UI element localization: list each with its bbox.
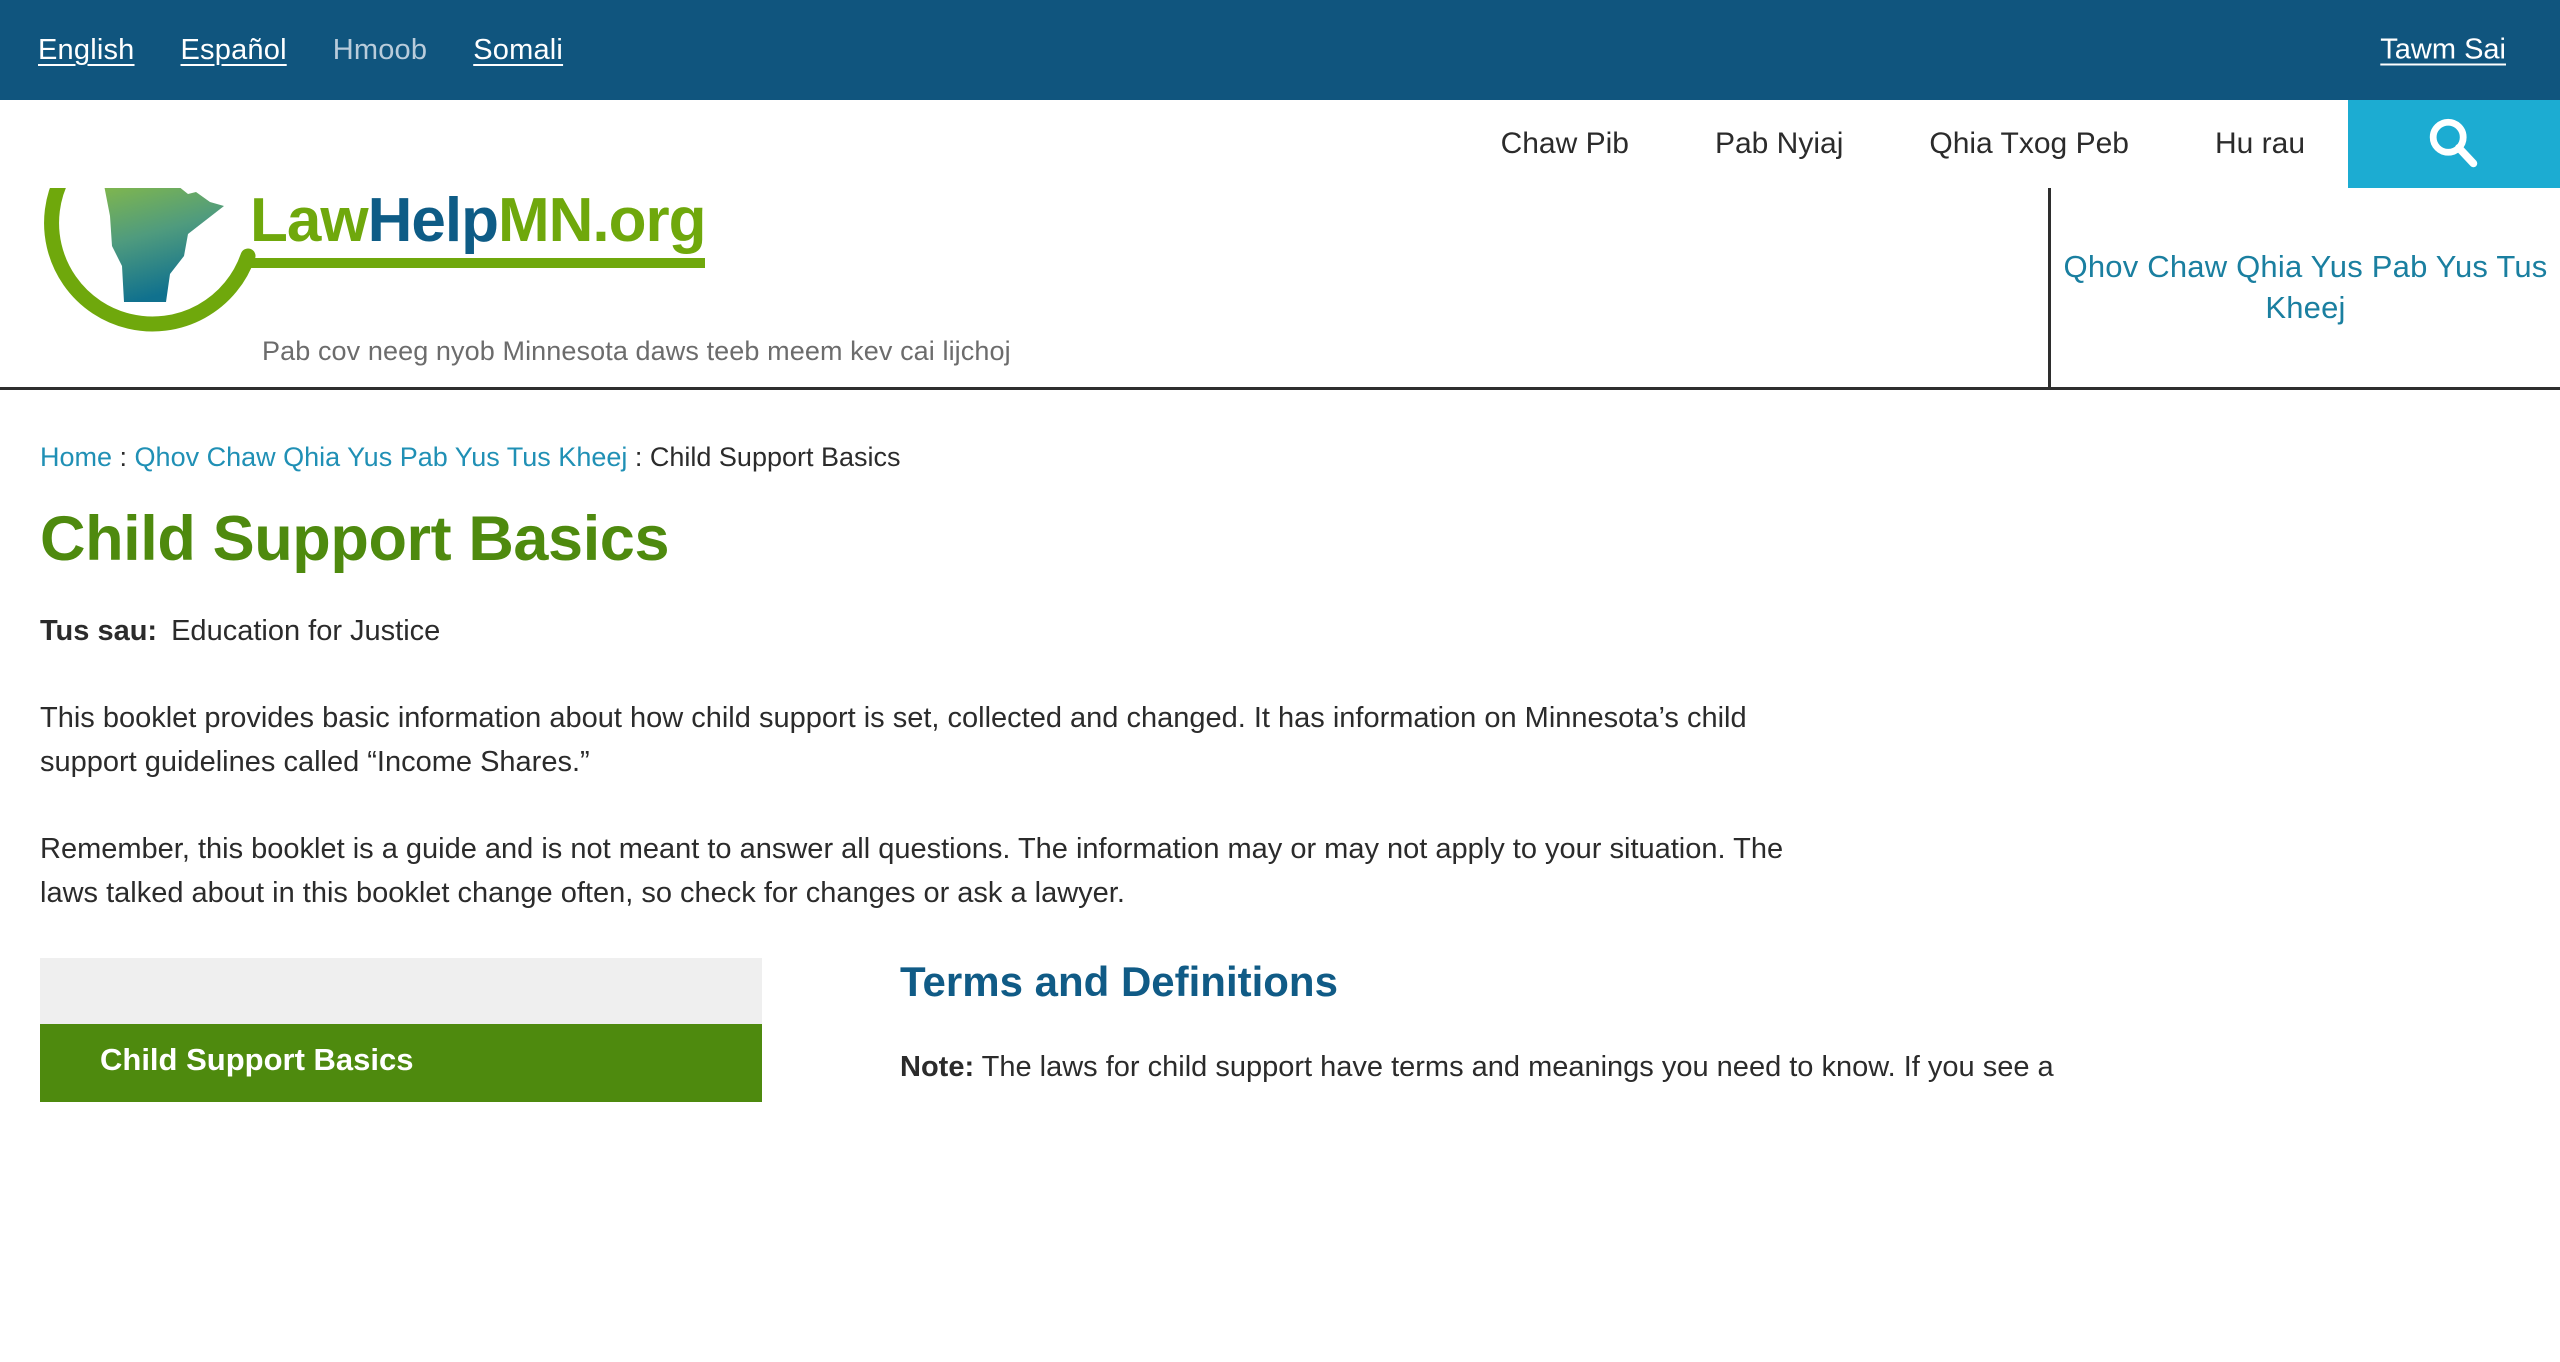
- language-link-hmoob[interactable]: Hmoob: [333, 34, 428, 67]
- booklet-column: Child Support Basics: [40, 958, 800, 1103]
- main-content: Home : Qhov Chaw Qhia Yus Pab Yus Tus Kh…: [0, 390, 2560, 1103]
- wordmark-mnorg: MN.org: [497, 186, 707, 255]
- terms-note-label: Note:: [900, 1051, 975, 1084]
- booklet-thumbnail: [40, 958, 762, 1024]
- author-row: Tus sau: Education for Justice: [40, 615, 2520, 648]
- page-title: Child Support Basics: [40, 504, 670, 574]
- breadcrumb: Home : Qhov Chaw Qhia Yus Pab Yus Tus Kh…: [40, 442, 2520, 473]
- terms-note: Note: The laws for child support have te…: [900, 1046, 2520, 1090]
- author-label: Tus sau:: [40, 615, 158, 647]
- terms-note-text: The laws for child support have terms an…: [974, 1051, 2054, 1084]
- self-help-center-label: Qhov Chaw Qhia Yus Pab Yus Tus Kheej: [2063, 248, 2548, 325]
- breadcrumb-section[interactable]: Qhov Chaw Qhia Yus Pab Yus Tus Kheej: [135, 442, 628, 472]
- nav-item-hu-rau[interactable]: Hu rau: [2172, 100, 2348, 188]
- breadcrumb-current: Child Support Basics: [649, 442, 901, 472]
- brand-header: LawHelpMN.org Pab cov neeg nyob Minnesot…: [0, 114, 2560, 390]
- terms-heading: Terms and Definitions: [900, 958, 1338, 1006]
- booklet-title: Child Support Basics: [100, 1042, 414, 1078]
- booklet-title-bar: Child Support Basics: [40, 1024, 762, 1103]
- breadcrumb-separator-2: :: [627, 442, 650, 472]
- language-link-english[interactable]: English: [38, 34, 135, 67]
- search-button[interactable]: [2348, 100, 2560, 188]
- nav-item-pab-nyiaj[interactable]: Pab Nyiaj: [1672, 100, 1886, 188]
- wordmark-help: Help: [367, 186, 499, 255]
- site-wordmark: LawHelpMN.org: [250, 185, 707, 268]
- author-name: Education for Justice: [171, 615, 441, 647]
- language-link-somali[interactable]: Somali: [473, 34, 563, 67]
- language-link-espanol[interactable]: Español: [181, 34, 287, 67]
- content-columns: Child Support Basics Terms and Definitio…: [40, 958, 2520, 1103]
- intro-paragraph-2: Remember, this booklet is a guide and is…: [40, 833, 1784, 910]
- nav-item-list: Chaw Pib Pab Nyiaj Qhia Txog Peb Hu rau: [1458, 100, 2348, 188]
- breadcrumb-home[interactable]: Home: [40, 442, 112, 472]
- wordmark-underline-bar: [250, 258, 706, 268]
- main-navigation: Chaw Pib Pab Nyiaj Qhia Txog Peb Hu rau: [0, 100, 2560, 188]
- language-list: English Español Hmoob Somali: [38, 34, 609, 67]
- search-icon: [2423, 113, 2485, 175]
- booklet-card[interactable]: Child Support Basics: [40, 958, 762, 1103]
- quick-exit-link[interactable]: Tawm Sai: [2380, 34, 2506, 67]
- intro-paragraph-1: This booklet provides basic information …: [40, 702, 1747, 779]
- wordmark-law: Law: [250, 186, 369, 255]
- nav-item-qhia-txog-peb[interactable]: Qhia Txog Peb: [1886, 100, 2172, 188]
- breadcrumb-separator-1: :: [112, 442, 135, 472]
- self-help-center-link[interactable]: Qhov Chaw Qhia Yus Pab Yus Tus Kheej: [2048, 188, 2560, 387]
- nav-item-chaw-pib[interactable]: Chaw Pib: [1458, 100, 1672, 188]
- terms-column: Terms and Definitions Note: The laws for…: [800, 958, 2520, 1102]
- site-tagline: Pab cov neeg nyob Minnesota daws teeb me…: [262, 336, 1011, 366]
- language-bar: English Español Hmoob Somali Tawm Sai: [0, 0, 2560, 100]
